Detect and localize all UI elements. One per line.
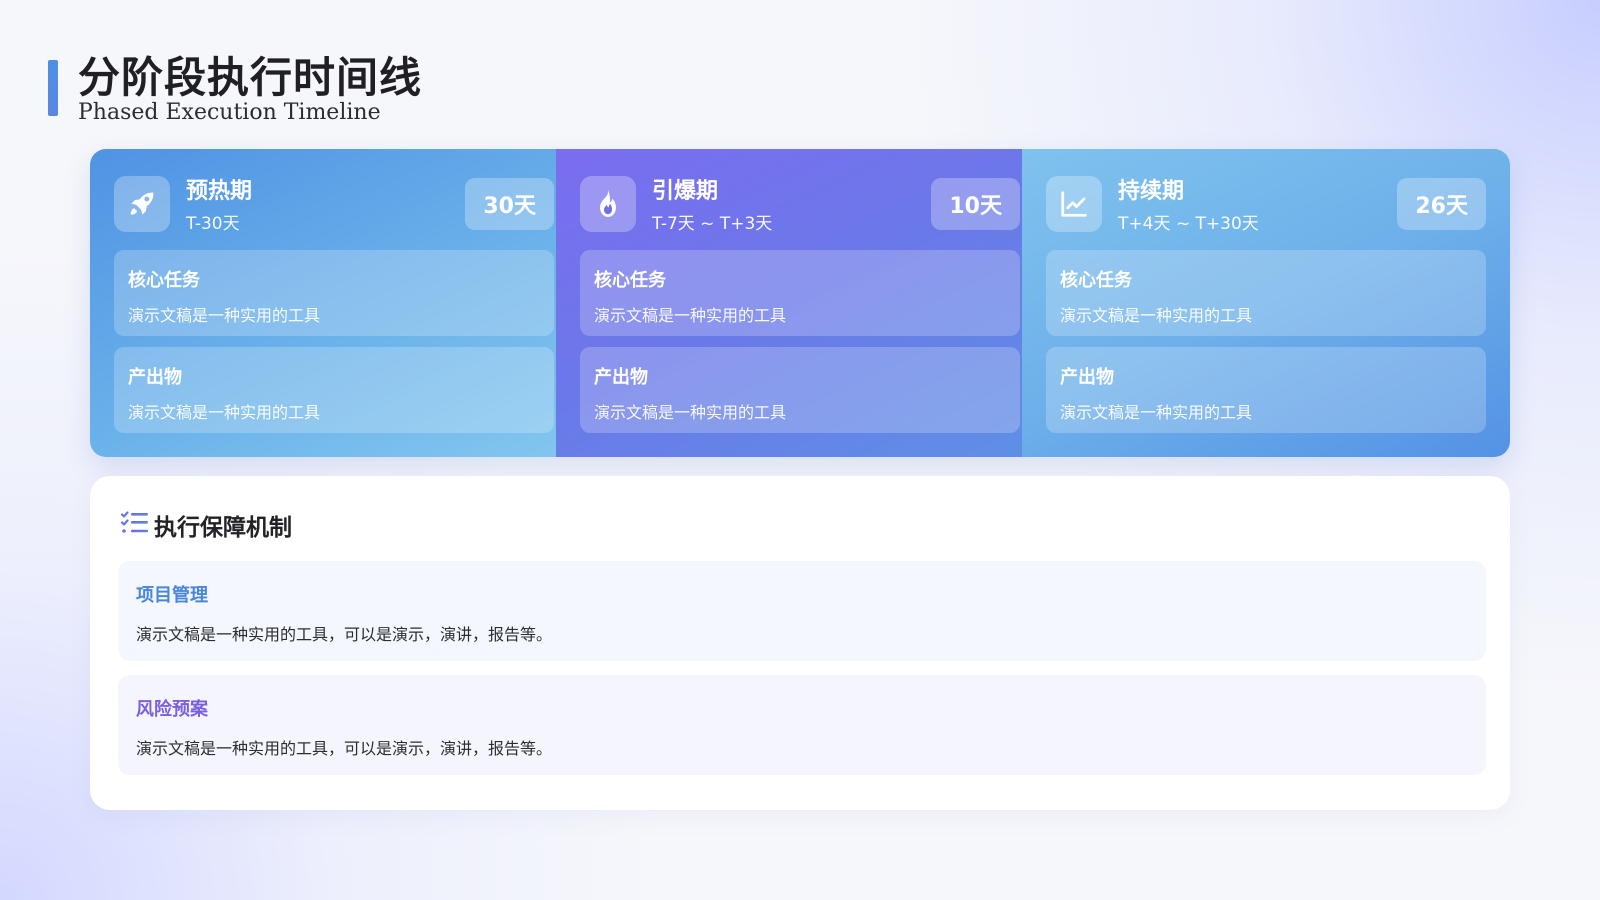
box-label: 产出物 [128,367,182,388]
box-text: 演示文稿是一种实用的工具 [594,306,787,325]
deliverable-box: 产出物 演示文稿是一种实用的工具 [580,347,1020,433]
phase-card-warmup: 预热期 T-30天 30天 核心任务 演示文稿是一种实用的工具 产出物 演示文稿… [90,149,556,457]
phase-card-sustain: 持续期 T+4天 ~ T+30天 26天 核心任务 演示文稿是一种实用的工具 产… [1022,149,1510,457]
core-task-box: 核心任务 演示文稿是一种实用的工具 [1046,250,1486,336]
phase-range: T-7天 ~ T+3天 [652,214,773,234]
phase-name: 预热期 [186,179,253,204]
phase-days-badge: 10天 [931,178,1020,230]
guarantee-item-text: 演示文稿是一种实用的工具，可以是演示，演讲，报告等。 [136,739,553,758]
phase-range: T+4天 ~ T+30天 [1118,214,1259,234]
box-label: 核心任务 [128,270,200,291]
page-title: 分阶段执行时间线 [78,53,423,102]
box-label: 产出物 [594,367,648,388]
phase-days-badge: 26天 [1397,178,1486,230]
guarantee-title: 执行保障机制 [154,515,292,541]
phase-name: 持续期 [1118,179,1185,204]
phase-timeline: 预热期 T-30天 30天 核心任务 演示文稿是一种实用的工具 产出物 演示文稿… [90,149,1510,457]
box-text: 演示文稿是一种实用的工具 [1060,403,1253,422]
title-accent-bar [48,60,58,116]
box-label: 核心任务 [594,270,666,291]
phase-range: T-30天 [186,214,240,234]
core-task-box: 核心任务 演示文稿是一种实用的工具 [114,250,554,336]
box-text: 演示文稿是一种实用的工具 [594,403,787,422]
guarantee-item-risk-plan: 风险预案 演示文稿是一种实用的工具，可以是演示，演讲，报告等。 [118,675,1486,775]
guarantee-item-label: 项目管理 [136,585,208,606]
phase-days-badge: 30天 [465,178,554,230]
guarantee-header: 执行保障机制 [120,508,292,542]
phase-name: 引爆期 [652,179,719,204]
phase-card-ignite: 引爆期 T-7天 ~ T+3天 10天 核心任务 演示文稿是一种实用的工具 产出… [556,149,1022,457]
line-chart-icon [1046,176,1102,232]
guarantee-panel: 执行保障机制 项目管理 演示文稿是一种实用的工具，可以是演示，演讲，报告等。 风… [90,476,1510,810]
rocket-icon [114,176,170,232]
guarantee-item-text: 演示文稿是一种实用的工具，可以是演示，演讲，报告等。 [136,625,553,644]
guarantee-item-label: 风险预案 [136,699,208,720]
box-text: 演示文稿是一种实用的工具 [128,403,321,422]
box-text: 演示文稿是一种实用的工具 [128,306,321,325]
page-subtitle: Phased Execution Timeline [78,100,381,125]
box-label: 核心任务 [1060,270,1132,291]
checklist-icon [120,509,150,541]
deliverable-box: 产出物 演示文稿是一种实用的工具 [1046,347,1486,433]
deliverable-box: 产出物 演示文稿是一种实用的工具 [114,347,554,433]
box-text: 演示文稿是一种实用的工具 [1060,306,1253,325]
core-task-box: 核心任务 演示文稿是一种实用的工具 [580,250,1020,336]
fire-icon [580,176,636,232]
box-label: 产出物 [1060,367,1114,388]
guarantee-item-project-management: 项目管理 演示文稿是一种实用的工具，可以是演示，演讲，报告等。 [118,561,1486,661]
